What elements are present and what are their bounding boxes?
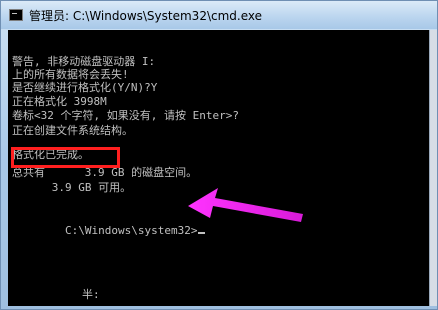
console-icon: [9, 9, 23, 21]
command-prompt[interactable]: C:\Windows\system32>: [12, 211, 206, 250]
window-title: 管理员: C:\Windows\System32\cmd.exe: [29, 8, 262, 23]
console-line-data-loss: 上的所有数据将会丢失!: [12, 68, 129, 81]
console-line-formatting: 正在格式化 3998M: [12, 95, 107, 108]
vertical-scrollbar[interactable]: [429, 30, 437, 306]
highlight-box: [11, 147, 120, 168]
text-cursor: [198, 232, 206, 234]
console-line-volume-label: 卷标<32 个字符, 如果没有, 请按 Enter>?: [12, 109, 239, 122]
console-line-confirm: 是否继续进行格式化(Y/N)?Y: [12, 81, 158, 94]
console-line-warning: 警告, 非移动磁盘驱动器 I:: [12, 55, 156, 68]
console-line-ime: 半:: [82, 288, 100, 301]
console-line-free-space: 3.9 GB 可用。: [12, 181, 132, 194]
screenshot: 管理员: C:\Windows\System32\cmd.exe 警告, 非移动…: [0, 0, 438, 310]
prompt-path: C:\Windows\system32>: [64, 224, 198, 237]
console-output[interactable]: 警告, 非移动磁盘驱动器 I: 上的所有数据将会丢失! 是否继续进行格式化(Y/…: [8, 30, 430, 306]
cmd-window: 管理员: C:\Windows\System32\cmd.exe 警告, 非移动…: [0, 0, 438, 310]
title-bar[interactable]: 管理员: C:\Windows\System32\cmd.exe: [1, 1, 437, 29]
console-line-filesystem: 正在创建文件系统结构。: [12, 124, 133, 137]
